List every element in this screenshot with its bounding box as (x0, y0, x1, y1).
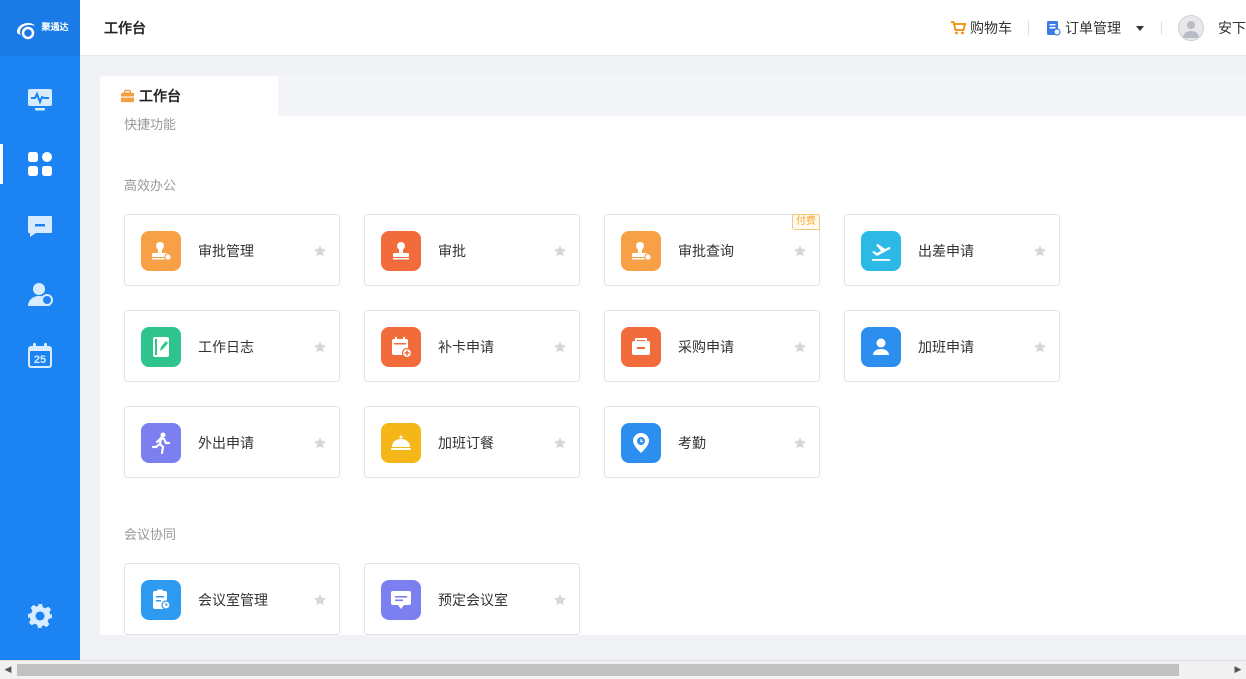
user-avatar-icon (1183, 21, 1199, 38)
app-card[interactable]: 审批 (364, 214, 580, 286)
favorite-star-icon[interactable] (793, 243, 807, 257)
location-clock-icon (621, 423, 661, 463)
app-card-label: 加班订餐 (438, 436, 494, 452)
section-quick: 快捷功能 (124, 118, 177, 133)
calendar-icon: 25 (28, 343, 52, 368)
favorite-star-icon[interactable] (313, 243, 327, 257)
notebook-icon (141, 327, 181, 367)
app-card-label: 审批查询 (678, 244, 734, 260)
calendar-day: 25 (34, 354, 46, 366)
app-card-label: 出差申请 (918, 244, 974, 260)
orders-label: 订单管理 (1065, 21, 1121, 37)
favorite-star-icon[interactable] (553, 435, 567, 449)
app-card-label: 工作日志 (198, 340, 254, 356)
meeting-manage-icon (141, 580, 181, 620)
app-card-label: 外出申请 (198, 436, 254, 452)
orders-menu[interactable]: 订单管理 (1029, 0, 1161, 56)
stamp-gear-icon (621, 231, 661, 271)
favorite-star-icon[interactable] (793, 435, 807, 449)
app-card[interactable]: 采购申请 (604, 310, 820, 382)
user-menu[interactable]: 安下 (1162, 0, 1246, 56)
cart-label: 购物车 (970, 21, 1012, 37)
favorite-star-icon[interactable] (313, 339, 327, 353)
app-card[interactable]: 会议室管理 (124, 563, 340, 635)
app-card-label: 补卡申请 (438, 340, 494, 356)
cloche-icon (381, 423, 421, 463)
section-office: 高效办公 (124, 179, 177, 194)
dashboard-grid-icon (28, 152, 52, 176)
contacts-icon (28, 283, 53, 306)
app-logo[interactable]: 聚通达 (0, 0, 80, 56)
stamp-gear-icon (141, 231, 181, 271)
app-card[interactable]: 审批查询 付费 (604, 214, 820, 286)
favorite-star-icon[interactable] (553, 339, 567, 353)
meeting-book-icon (381, 580, 421, 620)
top-bar: 工作台 购物车 订单管理 安下 (80, 0, 1246, 56)
avatar (1178, 15, 1204, 41)
cart-icon (621, 327, 661, 367)
gear-icon (28, 604, 52, 628)
monitor-icon (28, 89, 52, 111)
scrollbar-thumb[interactable] (17, 664, 1179, 676)
logo-text: 聚通达 (41, 22, 69, 33)
app-card[interactable]: 补卡申请 (364, 310, 580, 382)
calendar-plus-icon (381, 327, 421, 367)
tab-label: 工作台 (139, 89, 181, 105)
logo-icon (17, 23, 36, 40)
app-card[interactable]: 加班申请 (844, 310, 1060, 382)
order-doc-icon (1047, 21, 1061, 36)
horizontal-scrollbar[interactable]: ◀ ▶ (0, 660, 1246, 678)
app-card[interactable]: 考勤 (604, 406, 820, 478)
cart-link[interactable]: 购物车 (934, 0, 1028, 56)
caret-down-icon (1136, 26, 1144, 31)
sidebar-item-monitor[interactable] (0, 78, 80, 122)
app-card-label: 会议室管理 (198, 593, 268, 609)
message-icon (28, 216, 52, 237)
sidebar-item-contacts[interactable] (0, 272, 80, 316)
stamp-icon (381, 231, 421, 271)
favorite-star-icon[interactable] (793, 339, 807, 353)
user-name: 安下 (1218, 21, 1246, 37)
shopping-cart-icon (951, 21, 966, 35)
sidebar-item-calendar[interactable]: 25 (0, 334, 80, 378)
app-card-label: 加班申请 (918, 340, 974, 356)
briefcase-icon (120, 89, 135, 102)
app-card-label: 预定会议室 (438, 593, 508, 609)
sidebar-item-workbench[interactable] (0, 142, 80, 186)
runner-icon (141, 423, 181, 463)
sidebar-item-settings[interactable] (0, 594, 80, 638)
app-card[interactable]: 出差申请 (844, 214, 1060, 286)
paid-badge: 付费 (792, 214, 820, 230)
app-card[interactable]: 外出申请 (124, 406, 340, 478)
favorite-star-icon[interactable] (313, 592, 327, 606)
app-card[interactable]: 工作日志 (124, 310, 340, 382)
scroll-right-arrow-icon[interactable]: ▶ (1230, 661, 1246, 679)
app-card-label: 采购申请 (678, 340, 734, 356)
person-icon (861, 327, 901, 367)
favorite-star-icon[interactable] (1033, 339, 1047, 353)
main-panel: 工作台 快捷功能 高效办公 会议协同 审批管理 审批 审批查询 付费 出差申请 工作日志 补… (100, 76, 1246, 635)
favorite-star-icon[interactable] (313, 435, 327, 449)
app-card-label: 审批 (438, 244, 466, 260)
page-title: 工作台 (104, 21, 146, 37)
favorite-star-icon[interactable] (553, 592, 567, 606)
plane-icon (861, 231, 901, 271)
tab-workbench[interactable]: 工作台 (100, 76, 278, 116)
app-card-label: 审批管理 (198, 244, 254, 260)
favorite-star-icon[interactable] (553, 243, 567, 257)
scroll-left-arrow-icon[interactable]: ◀ (0, 661, 16, 679)
app-card[interactable]: 加班订餐 (364, 406, 580, 478)
app-card-label: 考勤 (678, 436, 706, 452)
sidebar: 聚通达 25 (0, 0, 80, 660)
app-card[interactable]: 审批管理 (124, 214, 340, 286)
tab-bar: 工作台 (100, 76, 1246, 116)
favorite-star-icon[interactable] (1033, 243, 1047, 257)
sidebar-item-messages[interactable] (0, 204, 80, 248)
app-card[interactable]: 预定会议室 (364, 563, 580, 635)
section-meeting: 会议协同 (124, 528, 177, 543)
